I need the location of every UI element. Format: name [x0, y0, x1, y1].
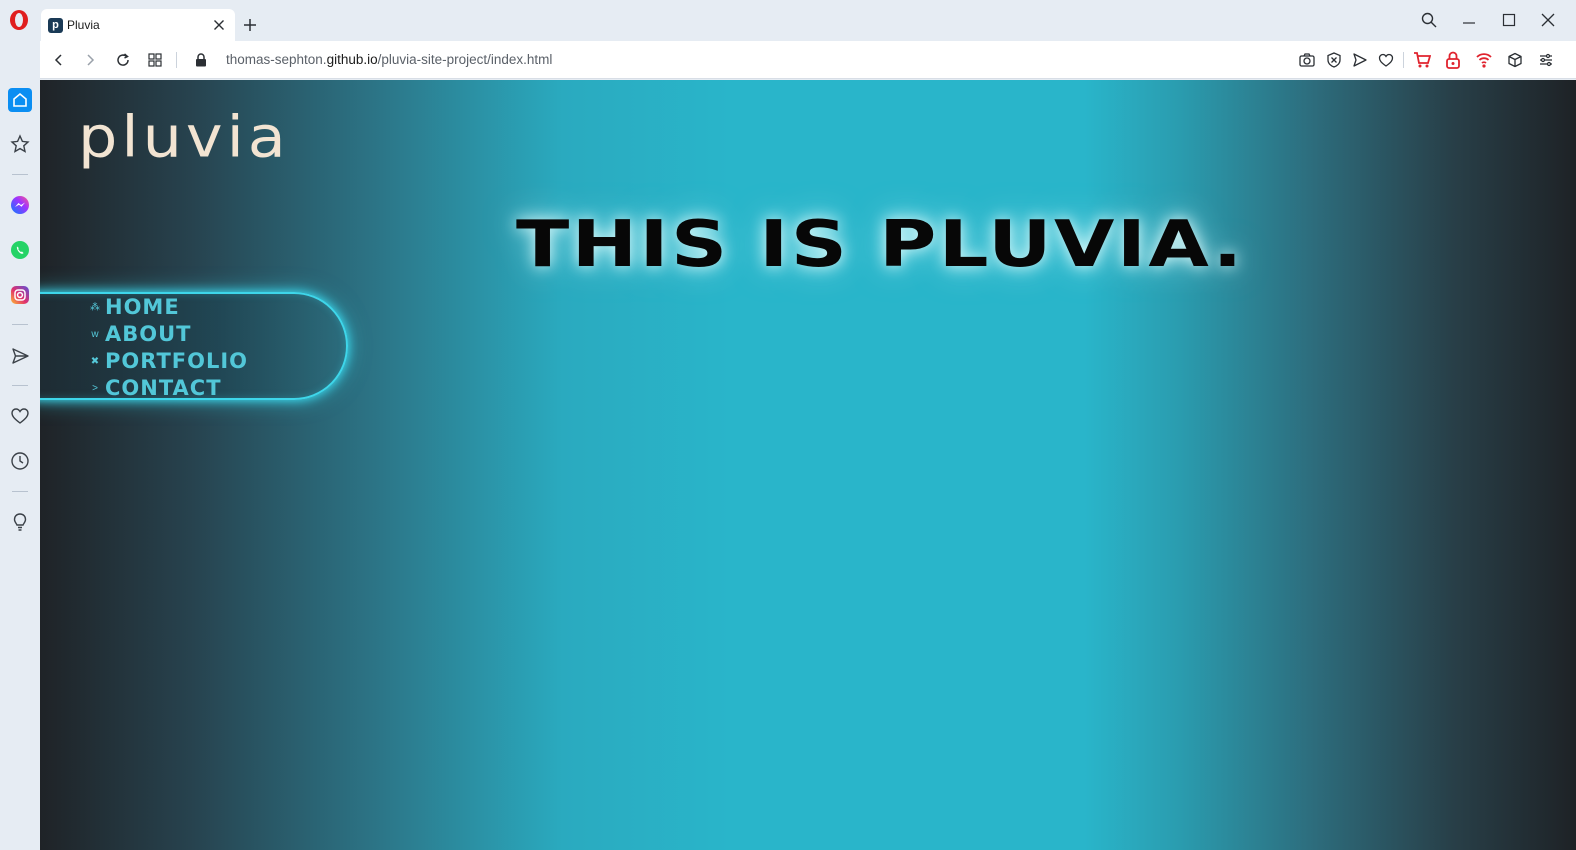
- maximize-icon: [1502, 13, 1516, 27]
- snapshot-button[interactable]: [1298, 51, 1316, 69]
- site-info-button[interactable]: [191, 50, 211, 70]
- search-icon: [1421, 12, 1437, 28]
- wifi-extension-button[interactable]: [1475, 51, 1493, 69]
- sidebar-separator: [12, 174, 28, 175]
- opera-logo-icon[interactable]: [8, 9, 30, 31]
- send-icon: [12, 348, 29, 364]
- nav-label: About: [105, 322, 192, 346]
- nav-label: Portfolio: [105, 349, 249, 373]
- back-button[interactable]: [49, 50, 69, 70]
- whatsapp-icon: [11, 241, 29, 259]
- sidebar-messenger-button[interactable]: [8, 193, 32, 217]
- toolbar-separator: [176, 52, 177, 68]
- forward-icon: [87, 54, 95, 66]
- lock-extension-button[interactable]: [1444, 51, 1462, 69]
- tabs-grid-button[interactable]: [145, 50, 165, 70]
- camera-icon: [1299, 53, 1315, 67]
- clock-icon: [11, 452, 29, 470]
- wifi-icon: [1476, 53, 1492, 68]
- nav-label: Contact: [105, 376, 222, 400]
- nav-bullet-icon: ⁂: [90, 301, 100, 313]
- reload-button[interactable]: [113, 50, 133, 70]
- tab-title: Pluvia: [67, 18, 100, 32]
- site-logo[interactable]: pluvia: [78, 103, 290, 170]
- sidebar-flow-button[interactable]: [8, 344, 32, 368]
- cart-icon: [1414, 52, 1431, 68]
- tab-favicon-icon: p: [48, 17, 63, 33]
- send-icon: [1353, 53, 1367, 67]
- nav-link-home[interactable]: ⁂ Home: [88, 294, 180, 320]
- browser-sidebar: [0, 0, 40, 850]
- url-path: /pluvia-site-project/index.html: [377, 52, 553, 67]
- sidebar-separator: [12, 385, 28, 386]
- url-prefix: thomas-sephton.: [226, 52, 327, 67]
- sidebar-separator: [12, 324, 28, 325]
- heart-icon: [1378, 53, 1394, 67]
- sidebar-separator: [12, 491, 28, 492]
- sidebar-instagram-button[interactable]: [8, 283, 32, 307]
- cube-icon: [1508, 52, 1522, 68]
- nav-bullet-icon: w: [91, 328, 99, 340]
- lock-icon: [196, 53, 206, 67]
- cart-extension-button[interactable]: [1413, 51, 1431, 69]
- nav-bullet-icon: >: [92, 382, 98, 394]
- minimize-button[interactable]: [1458, 9, 1480, 31]
- sidebar-speeddial-button[interactable]: [8, 132, 32, 156]
- minimize-icon: [1463, 22, 1475, 24]
- new-tab-button[interactable]: [240, 15, 260, 35]
- easy-setup-button[interactable]: [1537, 51, 1555, 69]
- menu-icon: [1540, 53, 1552, 67]
- nav-link-portfolio[interactable]: ✖ Portfolio: [88, 348, 248, 374]
- sidebar-history-button[interactable]: [8, 449, 32, 473]
- maximize-button[interactable]: [1498, 9, 1520, 31]
- nav-label: Home: [105, 295, 180, 319]
- back-icon: [54, 54, 62, 66]
- url-host: github.io: [326, 52, 378, 67]
- sidebar-tips-button[interactable]: [8, 510, 32, 534]
- tab-pluvia[interactable]: p Pluvia: [41, 9, 235, 41]
- adblock-button[interactable]: [1325, 51, 1343, 69]
- home-icon: [8, 88, 32, 112]
- tab-strip: p Pluvia: [40, 0, 1576, 41]
- address-field[interactable]: thomas-sephton.github.io/pluvia-site-pro…: [226, 52, 552, 67]
- main-nav: ⁂ Home w About ✖ Portfolio > Contact: [40, 292, 348, 400]
- adblock-icon: [1327, 52, 1341, 68]
- hero-heading: THIS IS PLUVIA.: [516, 208, 1245, 282]
- page-viewport: pluvia THIS IS PLUVIA. ⁂ Home w About ✖ …: [40, 80, 1576, 850]
- lightbulb-icon: [13, 513, 27, 531]
- sidebar-home-button[interactable]: [8, 88, 32, 112]
- instagram-icon: [11, 286, 29, 304]
- close-window-button[interactable]: [1537, 9, 1559, 31]
- close-icon: [1541, 13, 1555, 27]
- add-to-pinboard-button[interactable]: [1377, 51, 1395, 69]
- forward-button[interactable]: [80, 50, 100, 70]
- sidebar-pinboard-button[interactable]: [8, 404, 32, 428]
- reload-icon: [117, 53, 129, 66]
- cube-extension-button[interactable]: [1506, 51, 1524, 69]
- nav-link-about[interactable]: w About: [88, 321, 192, 347]
- close-icon: [214, 20, 224, 30]
- heart-icon: [11, 408, 29, 424]
- lock-extension-icon: [1446, 51, 1460, 69]
- tab-search-button[interactable]: [1418, 9, 1440, 31]
- nav-link-contact[interactable]: > Contact: [88, 375, 222, 401]
- plus-icon: [244, 19, 256, 31]
- sidebar-whatsapp-button[interactable]: [8, 238, 32, 262]
- toolbar-separator: [1403, 52, 1404, 68]
- star-icon: [10, 134, 30, 153]
- send-to-flow-button[interactable]: [1351, 51, 1369, 69]
- nav-bullet-icon: ✖: [90, 355, 100, 367]
- messenger-icon: [11, 196, 29, 214]
- tabs-grid-icon: [148, 53, 162, 67]
- address-toolbar: thomas-sephton.github.io/pluvia-site-pro…: [40, 41, 1576, 79]
- tab-close-button[interactable]: [211, 17, 227, 33]
